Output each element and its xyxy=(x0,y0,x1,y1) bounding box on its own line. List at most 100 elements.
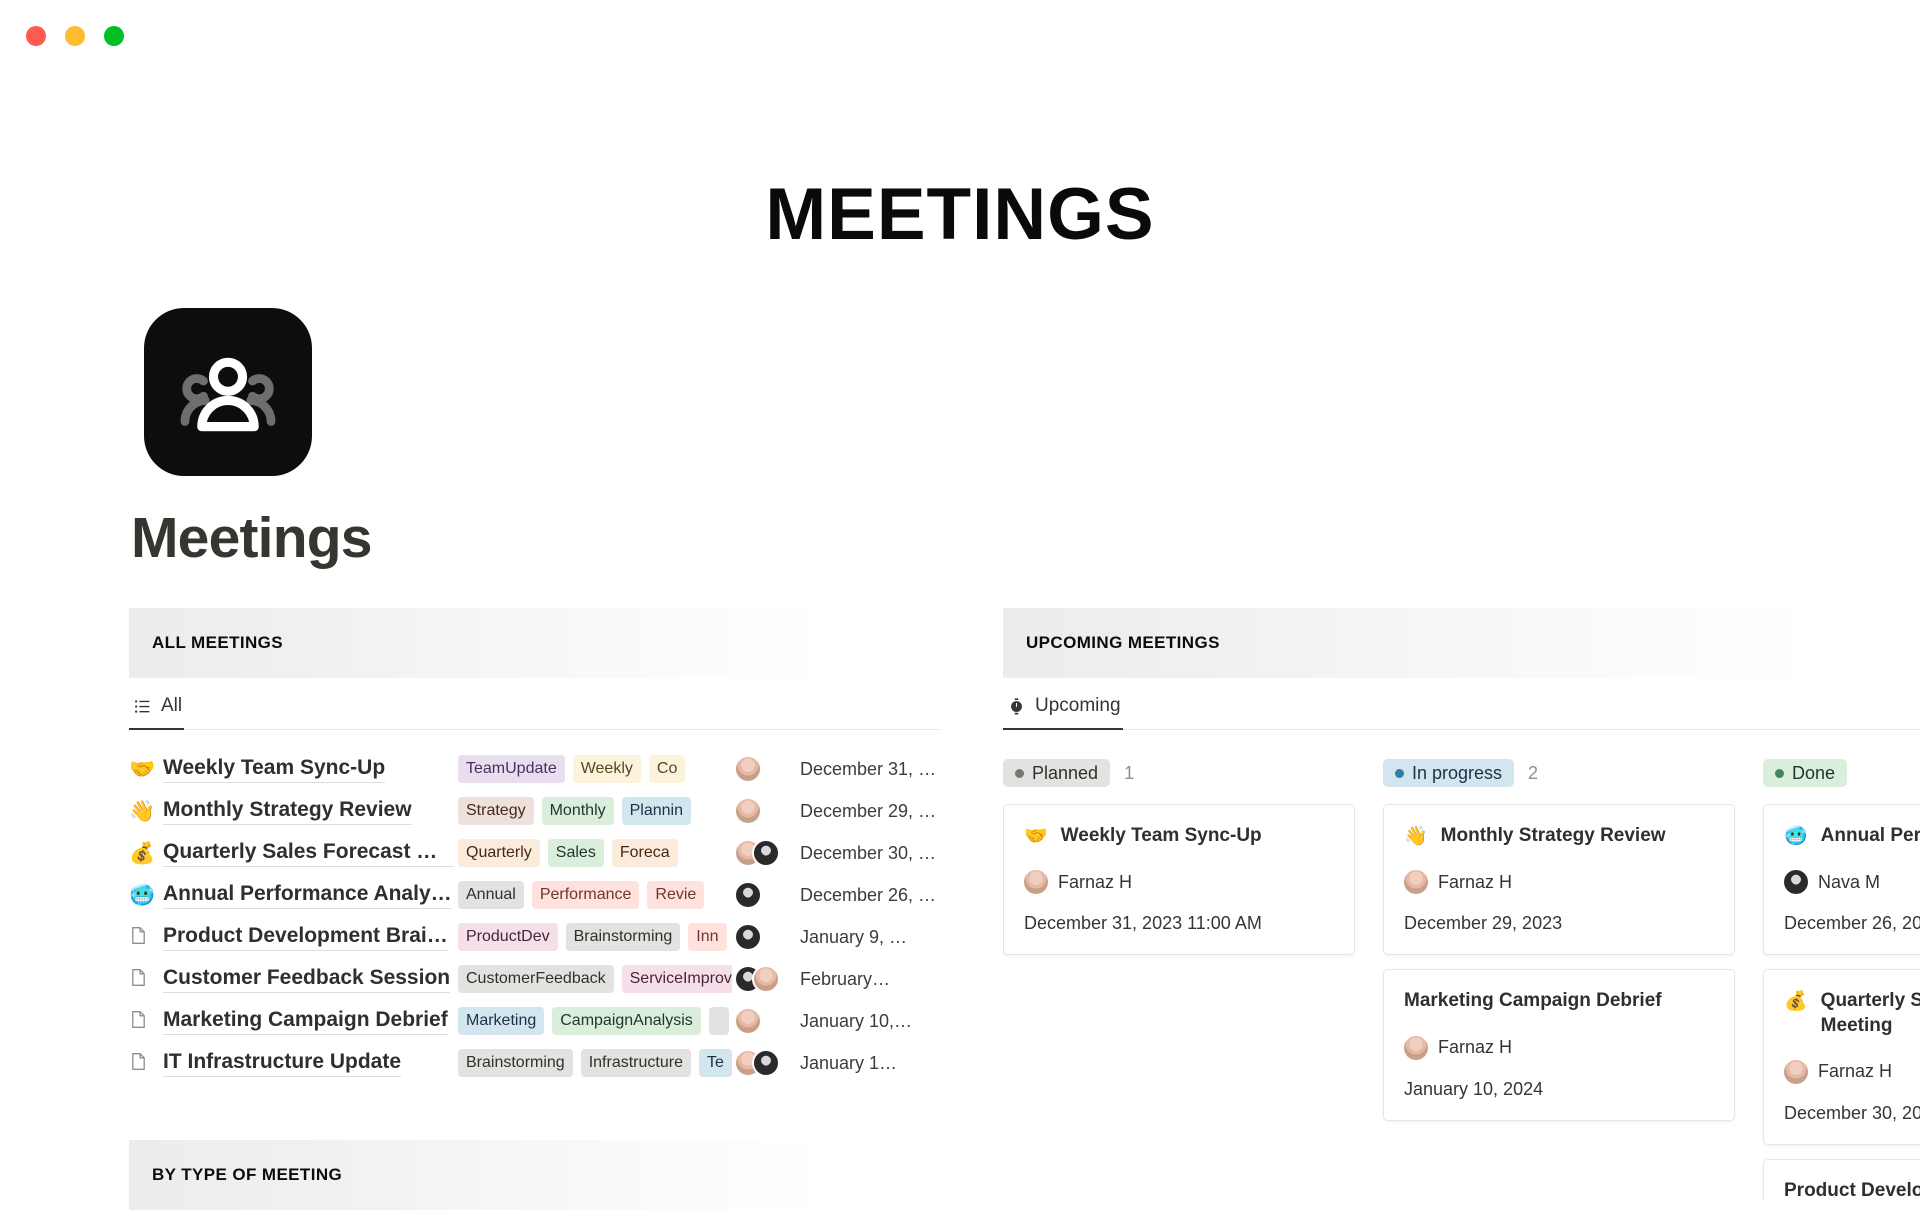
page-banner: MEETINGS xyxy=(0,178,1920,251)
meeting-row[interactable]: Product Development Brai… ProductDev Brain… xyxy=(129,916,940,958)
meeting-attendees xyxy=(732,923,796,951)
meeting-row[interactable]: 👋 Monthly Strategy Review Strategy Monthly P… xyxy=(129,790,940,832)
meeting-row[interactable]: Customer Feedback Session CustomerFeedbac… xyxy=(129,958,940,1000)
meeting-tags: ProductDev Brainstorming Inn xyxy=(454,923,732,951)
kanban-card[interactable]: 🤝 Weekly Team Sync-Up Farnaz H December 31,… xyxy=(1003,804,1355,956)
tab-all[interactable]: All xyxy=(129,690,194,730)
meeting-title-link[interactable]: Marketing Campaign Debrief xyxy=(163,1008,448,1035)
meeting-row[interactable]: Marketing Campaign Debrief Marketing Campa… xyxy=(129,1000,940,1042)
status-badge: Planned xyxy=(1003,759,1111,787)
kanban-card[interactable]: 💰 Quarterly Sales Forecast Meeting Farnaz … xyxy=(1763,969,1920,1145)
meeting-date: February… xyxy=(800,968,891,989)
meeting-tags: Strategy Monthly Plannin xyxy=(454,797,732,825)
section-header-all-meetings: ALL MEETINGS xyxy=(129,608,829,678)
owner-name: Farnaz H xyxy=(1058,871,1133,892)
meeting-title-cell: Annual Performance Analy… xyxy=(163,882,454,909)
kanban-card[interactable]: Marketing Campaign Debrief Farnaz H Januar… xyxy=(1383,969,1735,1121)
page-icon xyxy=(129,1010,163,1033)
status-label: Planned xyxy=(1032,763,1099,783)
kanban-column-header: Planned 1 xyxy=(1003,756,1355,790)
kanban-card-title-row: Product Development Brainstorming xyxy=(1784,1179,1920,1200)
meeting-row[interactable]: IT Infrastructure Update Brainstorming Inf… xyxy=(129,1042,940,1084)
tag: CampaignAnalysis xyxy=(552,1007,701,1035)
meeting-title-link[interactable]: Annual Performance Analy… xyxy=(163,882,452,909)
kanban-card-owner: Farnaz H xyxy=(1404,1035,1714,1060)
kanban-column-header: In progress 2 xyxy=(1383,756,1735,790)
tag: Marketing xyxy=(458,1007,545,1035)
owner-name: Farnaz H xyxy=(1438,1037,1513,1058)
kanban-card-title-row: 👋 Monthly Strategy Review xyxy=(1404,824,1714,848)
kanban-column-header: Done xyxy=(1763,756,1920,790)
meeting-attendees xyxy=(732,797,796,825)
tabs-upcoming-meetings: Upcoming xyxy=(1003,690,1920,730)
tabs-all-meetings: All xyxy=(129,690,940,730)
avatar xyxy=(1784,870,1808,895)
kanban-card-title-row: Marketing Campaign Debrief xyxy=(1404,989,1714,1013)
kanban-card[interactable]: 🥶 Annual Performance Analysis Nava M Decemb… xyxy=(1763,804,1920,956)
kanban-card-owner: Farnaz H xyxy=(1784,1059,1920,1084)
kanban-card-title: Marketing Campaign Debrief xyxy=(1404,990,1662,1012)
meeting-title-link[interactable]: Customer Feedback Session xyxy=(163,966,451,993)
meeting-attendees xyxy=(732,1049,796,1077)
kanban-card[interactable]: Product Development Brainstorming xyxy=(1763,1158,1920,1200)
page-icon xyxy=(129,926,163,949)
avatar xyxy=(752,1049,780,1077)
avatar xyxy=(734,1007,762,1035)
banner-title: MEETINGS xyxy=(765,174,1155,255)
status-label: Done xyxy=(1792,763,1836,783)
meeting-title-link[interactable]: Monthly Strategy Review xyxy=(163,798,412,825)
kanban-card-owner: Farnaz H xyxy=(1024,870,1334,895)
meeting-attendees xyxy=(732,881,796,909)
meeting-tags: Marketing CampaignAnalysis xyxy=(454,1007,732,1035)
avatar xyxy=(1404,1035,1428,1060)
meeting-title-link[interactable]: IT Infrastructure Update xyxy=(163,1050,402,1077)
tag: Brainstorming xyxy=(458,1049,573,1077)
maximize-button[interactable] xyxy=(104,26,124,46)
meeting-tags: Annual Performance Revie xyxy=(454,881,732,909)
section-label: UPCOMING MEETINGS xyxy=(1026,633,1220,652)
meeting-title-link[interactable]: Quarterly Sales Forecast M… xyxy=(163,840,454,867)
meeting-title-cell: Customer Feedback Session xyxy=(163,966,454,993)
window-controls[interactable] xyxy=(26,26,124,46)
close-button[interactable] xyxy=(26,26,46,46)
tag: Infrastructure xyxy=(580,1049,691,1077)
upcoming-kanban-board: Planned 1 🤝 Weekly Team Sync-Up Farnaz H Dece… xyxy=(1003,756,1920,1200)
tab-upcoming[interactable]: Upcoming xyxy=(1003,690,1133,730)
cold-face-emoji: 🥶 xyxy=(129,882,156,907)
avatar xyxy=(734,755,762,783)
kanban-column-count: 2 xyxy=(1528,762,1539,783)
kanban-card-title: Monthly Strategy Review xyxy=(1440,825,1666,846)
meeting-tags: Brainstorming Infrastructure Te xyxy=(454,1049,732,1077)
kanban-card-title: Product Development Brainstorming xyxy=(1784,1179,1920,1200)
avatar xyxy=(734,797,762,825)
waving-hand-emoji: 👋 xyxy=(129,798,156,823)
kanban-card-date: December 30, 2023 xyxy=(1784,1102,1920,1123)
tag xyxy=(708,1007,730,1035)
kanban-card[interactable]: 👋 Monthly Strategy Review Farnaz H December… xyxy=(1383,804,1735,956)
meeting-title-link[interactable]: Product Development Brai… xyxy=(163,924,448,951)
tag: Monthly xyxy=(541,797,614,825)
cold-face-emoji: 🥶 xyxy=(1784,825,1808,847)
meeting-row[interactable]: 🤝 Weekly Team Sync-Up TeamUpdate Weekly Co De… xyxy=(129,748,940,790)
meeting-row[interactable]: 💰 Quarterly Sales Forecast M… Quarterly Sal… xyxy=(129,832,940,874)
kanban-card-date: January 10, 2024 xyxy=(1404,1078,1544,1099)
kanban-card-date: December 29, 2023 xyxy=(1404,913,1563,934)
meeting-tags: Quarterly Sales Foreca xyxy=(454,839,732,867)
status-badge: Done xyxy=(1763,759,1848,787)
section-label: BY TYPE OF MEETING xyxy=(152,1165,343,1184)
meeting-attendees xyxy=(732,965,796,993)
tab-label: Upcoming xyxy=(1035,695,1121,716)
tag: Strategy xyxy=(458,797,534,825)
tag: CustomerFeedback xyxy=(458,965,614,993)
meeting-date: December 31, 202… xyxy=(800,758,940,779)
tag: Inn xyxy=(688,923,727,951)
meeting-row[interactable]: 🥶 Annual Performance Analy… Annual Performa… xyxy=(129,874,940,916)
meeting-title-link[interactable]: Weekly Team Sync-Up xyxy=(163,756,386,783)
minimize-button[interactable] xyxy=(65,26,85,46)
kanban-column: Done 🥶 Annual Performance Analysis Nava M De… xyxy=(1763,756,1920,1200)
meeting-date: January 9, … xyxy=(800,926,908,947)
money-bag-emoji: 💰 xyxy=(129,840,156,865)
tag: Performance xyxy=(531,881,640,909)
tag: Foreca xyxy=(611,839,678,867)
status-dot-icon xyxy=(1395,768,1404,778)
